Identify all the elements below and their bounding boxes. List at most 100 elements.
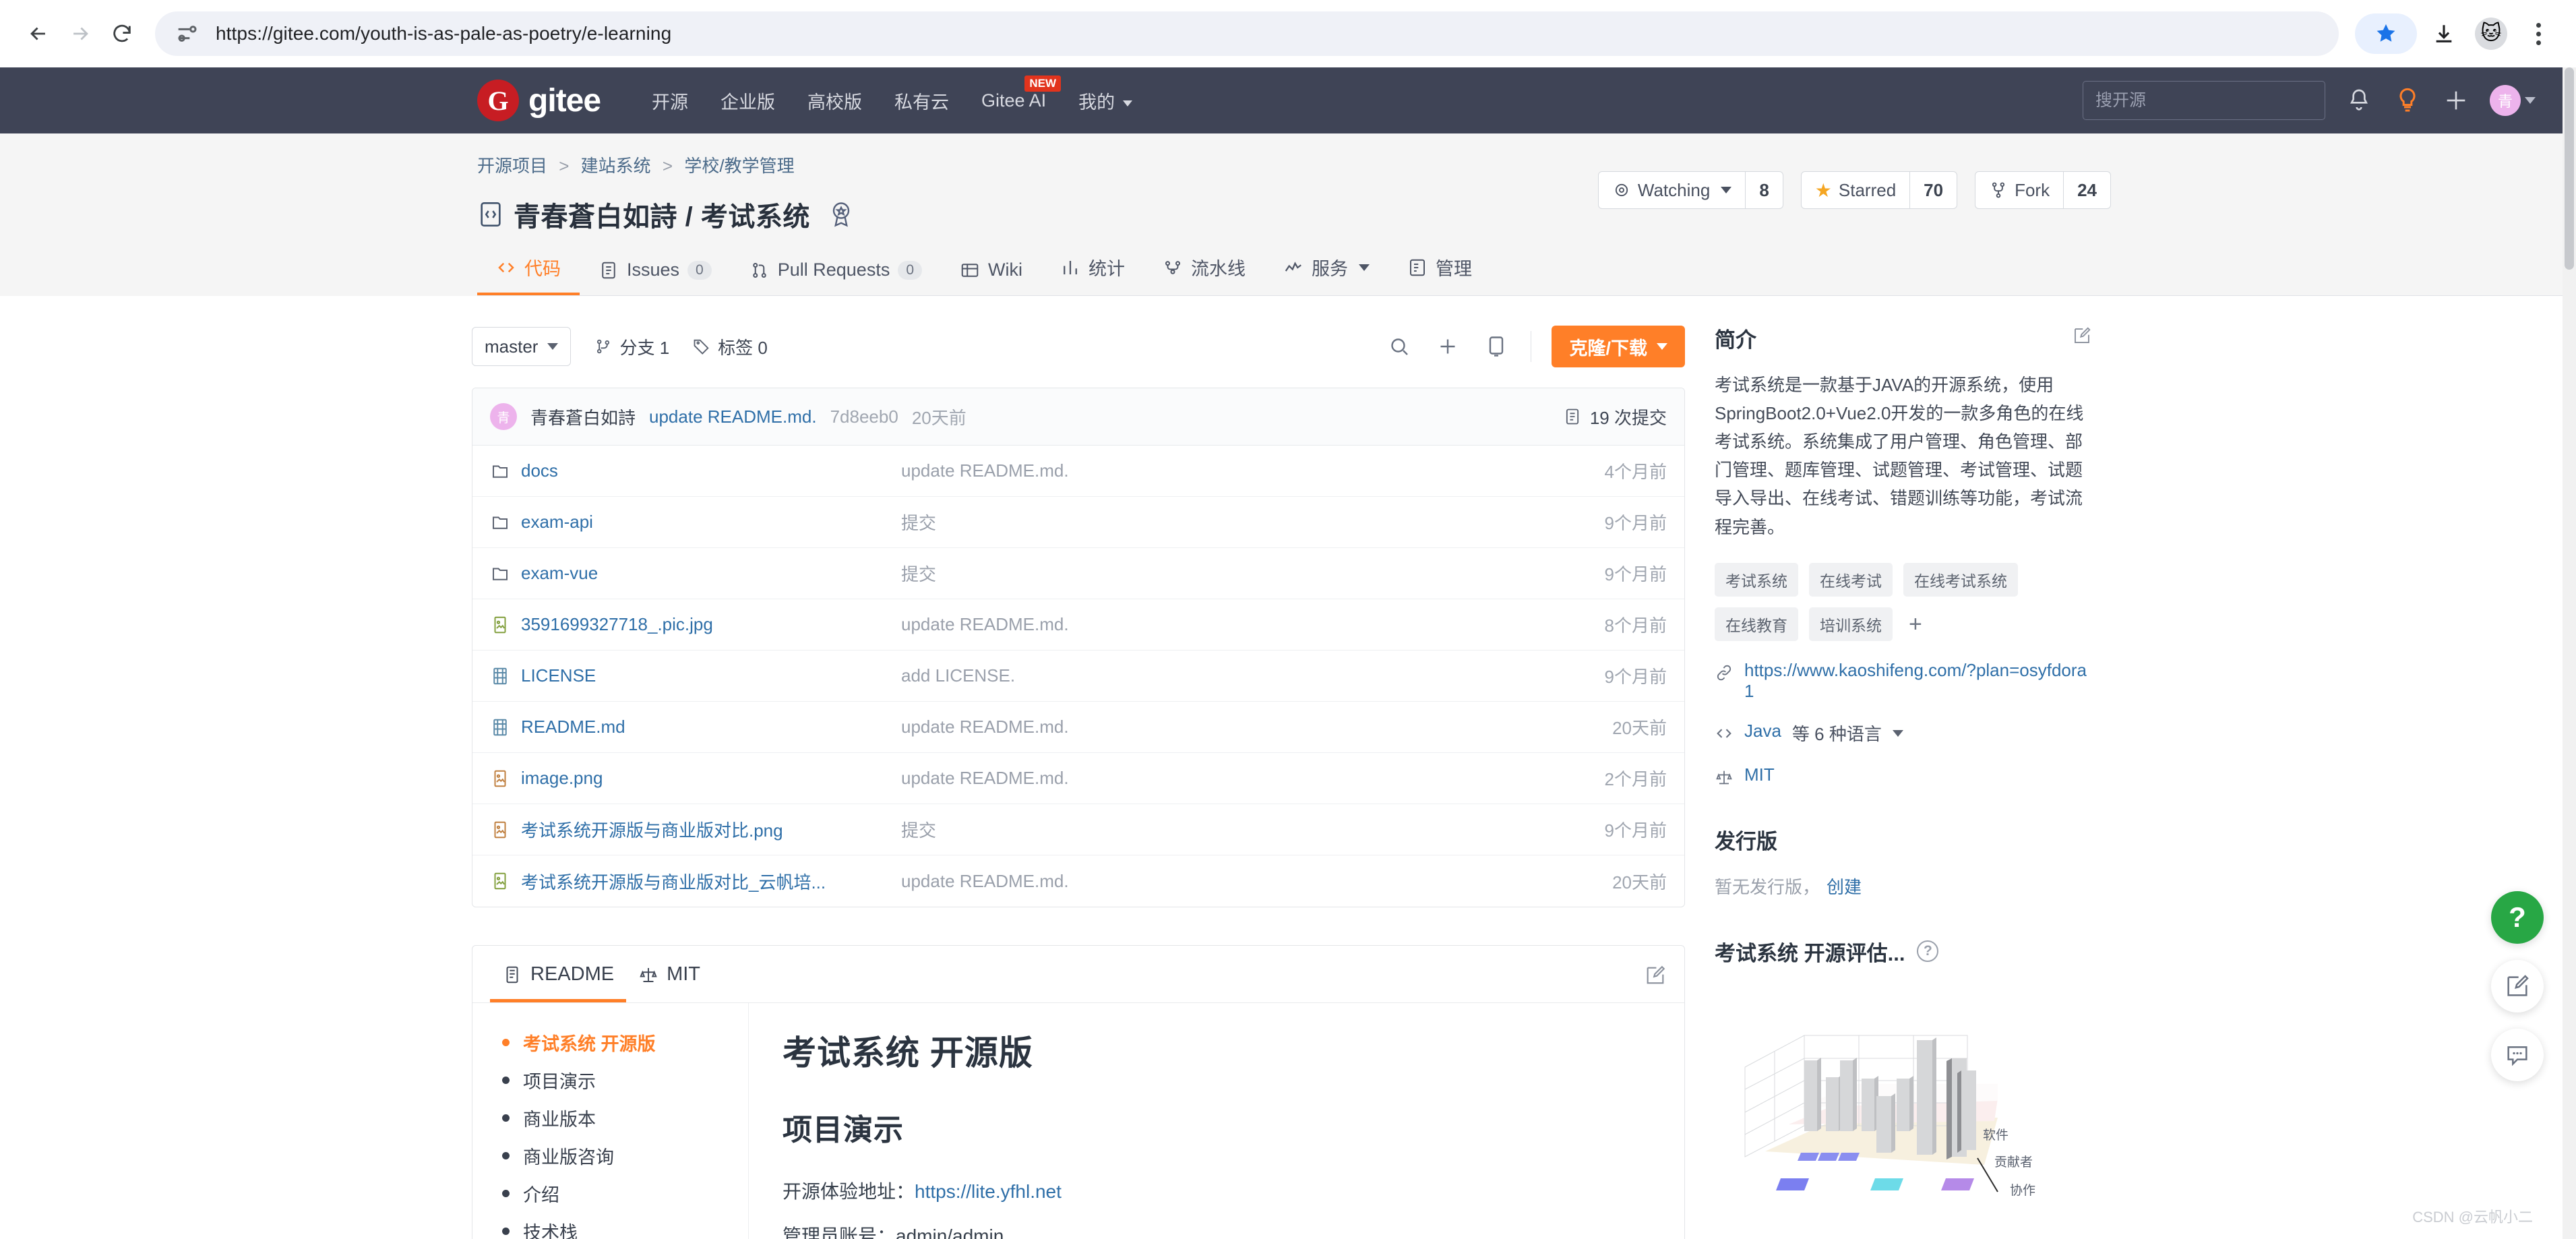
gitee-logo[interactable]: G gitee bbox=[477, 80, 601, 121]
tags-link[interactable]: 标签 0 bbox=[692, 334, 768, 359]
forward-button[interactable] bbox=[59, 13, 101, 55]
clone-download-button[interactable]: 克隆/下载 bbox=[1552, 326, 1685, 367]
tab-pull-requests[interactable]: Pull Requests 0 bbox=[731, 260, 941, 295]
page-scrollbar[interactable] bbox=[2563, 67, 2576, 1239]
profile-icon[interactable]: 🐱 bbox=[2471, 13, 2511, 54]
intro-edit-icon[interactable] bbox=[2072, 326, 2092, 351]
site-settings-icon[interactable] bbox=[174, 20, 201, 47]
commit-sha[interactable]: 7d8eeb0 bbox=[830, 406, 898, 427]
scrollbar-thumb[interactable] bbox=[2565, 67, 2574, 270]
tab-pipeline[interactable]: 流水线 bbox=[1144, 254, 1264, 295]
branches-link[interactable]: 分支 1 bbox=[594, 334, 669, 359]
watch-button[interactable]: Watching bbox=[1599, 172, 1745, 208]
tab-stats[interactable]: 统计 bbox=[1041, 254, 1144, 295]
back-button[interactable] bbox=[18, 13, 59, 55]
web-ide-icon[interactable] bbox=[1482, 332, 1510, 361]
table-row[interactable]: 考试系统开源版与商业版对比.png 提交 9个月前 bbox=[472, 804, 1684, 855]
homepage-link[interactable]: https://www.kaoshifeng.com/?plan=osyfdor… bbox=[1744, 660, 2092, 702]
add-tag-icon[interactable]: + bbox=[1903, 613, 1928, 636]
search-input[interactable] bbox=[2083, 81, 2325, 120]
tab-manage[interactable]: 管理 bbox=[1388, 254, 1491, 295]
feedback-float-button[interactable] bbox=[2491, 960, 2544, 1013]
commit-count[interactable]: 19 次提交 bbox=[1563, 404, 1667, 429]
nav-link-university[interactable]: 高校版 bbox=[791, 88, 878, 114]
toc-item[interactable]: 考试系统 开源版 bbox=[486, 1023, 748, 1061]
language-row[interactable]: Java 等 6 种语言 bbox=[1715, 721, 2092, 746]
table-row[interactable]: LICENSE add LICENSE. 9个月前 bbox=[472, 651, 1684, 702]
table-row[interactable]: README.md update README.md. 20天前 bbox=[472, 702, 1684, 753]
tab-pipeline-label: 流水线 bbox=[1191, 259, 1246, 279]
tab-service[interactable]: 服务 bbox=[1264, 254, 1388, 295]
release-create-link[interactable]: 创建 bbox=[1827, 877, 1862, 897]
nav-link-enterprise[interactable]: 企业版 bbox=[704, 88, 791, 114]
table-row[interactable]: docs update README.md. 4个月前 bbox=[472, 446, 1684, 497]
toc-item[interactable]: 介绍 bbox=[486, 1174, 748, 1212]
chat-float-button[interactable] bbox=[2491, 1029, 2544, 1081]
tab-readme[interactable]: README bbox=[490, 963, 627, 1002]
help-float-button[interactable]: ? bbox=[2491, 891, 2544, 944]
nav-link-opensource[interactable]: 开源 bbox=[636, 88, 704, 114]
file-link[interactable]: 考试系统开源版与商业版对比.png bbox=[521, 817, 783, 842]
readme-demo-link[interactable]: https://lite.yfhl.net bbox=[915, 1181, 1062, 1202]
file-link[interactable]: 考试系统开源版与商业版对比_云帆培... bbox=[521, 869, 826, 894]
star-button[interactable]: ★ Starred bbox=[1802, 172, 1909, 208]
lightbulb-icon[interactable] bbox=[2393, 86, 2422, 115]
toc-item[interactable]: 商业版咨询 bbox=[486, 1137, 748, 1174]
table-row[interactable]: 考试系统开源版与商业版对比_云帆培... update README.md. 20天… bbox=[472, 855, 1684, 907]
readme-edit-icon[interactable] bbox=[1644, 964, 1667, 1002]
fork-button-group[interactable]: Fork 24 bbox=[1975, 171, 2111, 209]
toc-item[interactable]: 商业版本 bbox=[486, 1099, 748, 1137]
table-row[interactable]: 3591699327718_.pic.jpg update README.md. 8… bbox=[472, 599, 1684, 651]
watch-button-group[interactable]: Watching 8 bbox=[1597, 171, 1783, 209]
file-link[interactable]: image.png bbox=[521, 768, 603, 789]
table-row[interactable]: exam-api 提交 9个月前 bbox=[472, 497, 1684, 548]
add-file-icon[interactable] bbox=[1434, 332, 1462, 361]
search-icon[interactable] bbox=[1385, 332, 1413, 361]
star-button-group[interactable]: ★ Starred 70 bbox=[1800, 171, 1958, 209]
fork-button[interactable]: Fork bbox=[1975, 172, 2063, 208]
breadcrumb-item-2[interactable]: 学校/教学管理 bbox=[684, 156, 794, 176]
table-row[interactable]: exam-vue 提交 9个月前 bbox=[472, 548, 1684, 599]
tag-chip[interactable]: 在线教育 bbox=[1715, 607, 1798, 641]
branch-selector[interactable]: master bbox=[472, 327, 572, 366]
table-row[interactable]: image.png update README.md. 2个月前 bbox=[472, 753, 1684, 804]
tab-code[interactable]: 代码 bbox=[477, 254, 580, 295]
breadcrumb-item-0[interactable]: 开源项目 bbox=[477, 156, 547, 176]
file-link[interactable]: exam-api bbox=[521, 512, 593, 533]
language-link[interactable]: Java bbox=[1744, 721, 1781, 742]
file-link[interactable]: LICENSE bbox=[521, 665, 596, 686]
plus-icon[interactable] bbox=[2441, 86, 2471, 115]
nav-link-gitee-ai[interactable]: Gitee AI NEW bbox=[965, 75, 1062, 111]
tag-chip[interactable]: 考试系统 bbox=[1715, 562, 1798, 597]
file-commit-message: update README.md. bbox=[901, 614, 1069, 634]
tab-issues[interactable]: Issues 0 bbox=[580, 260, 731, 295]
file-link[interactable]: docs bbox=[521, 460, 558, 481]
browser-menu-icon[interactable] bbox=[2518, 13, 2558, 54]
tab-license[interactable]: MIT bbox=[626, 963, 712, 1002]
toc-item-label: 商业版咨询 bbox=[523, 1147, 614, 1168]
downloads-icon[interactable] bbox=[2424, 13, 2464, 54]
address-bar[interactable]: https://gitee.com/youth-is-as-pale-as-po… bbox=[155, 11, 2339, 56]
commit-message[interactable]: update README.md. bbox=[649, 406, 817, 427]
file-link[interactable]: README.md bbox=[521, 717, 625, 737]
tag-chip[interactable]: 培训系统 bbox=[1809, 607, 1893, 641]
breadcrumb-item-1[interactable]: 建站系统 bbox=[581, 156, 651, 176]
tag-chip[interactable]: 在线考试系统 bbox=[1903, 562, 2018, 597]
toc-item[interactable]: 技术栈 bbox=[486, 1212, 748, 1239]
commit-author[interactable]: 青春蒼白如詩 bbox=[530, 404, 636, 429]
nav-link-mine[interactable]: 我的 bbox=[1062, 88, 1148, 114]
user-menu[interactable]: 青 bbox=[2490, 85, 2536, 116]
license-link[interactable]: MIT bbox=[1744, 764, 1775, 785]
tab-wiki[interactable]: Wiki bbox=[941, 260, 1041, 295]
tag-chip[interactable]: 在线考试 bbox=[1809, 562, 1893, 597]
bell-icon[interactable] bbox=[2344, 86, 2374, 115]
file-link[interactable]: exam-vue bbox=[521, 563, 598, 584]
file-link[interactable]: 3591699327718_.pic.jpg bbox=[521, 614, 713, 635]
reload-button[interactable] bbox=[101, 13, 143, 55]
bookmark-icon[interactable] bbox=[2355, 13, 2417, 54]
help-icon[interactable]: ? bbox=[1917, 940, 1939, 963]
nav-link-privatecloud[interactable]: 私有云 bbox=[878, 88, 965, 114]
chevron-down-icon[interactable] bbox=[1892, 729, 1903, 737]
repo-sidebar: 简介 考试系统是一款基于JAVA的开源系统，使用SpringBoot2.0+Vu… bbox=[1715, 323, 2092, 1239]
toc-item[interactable]: 项目演示 bbox=[486, 1061, 748, 1099]
